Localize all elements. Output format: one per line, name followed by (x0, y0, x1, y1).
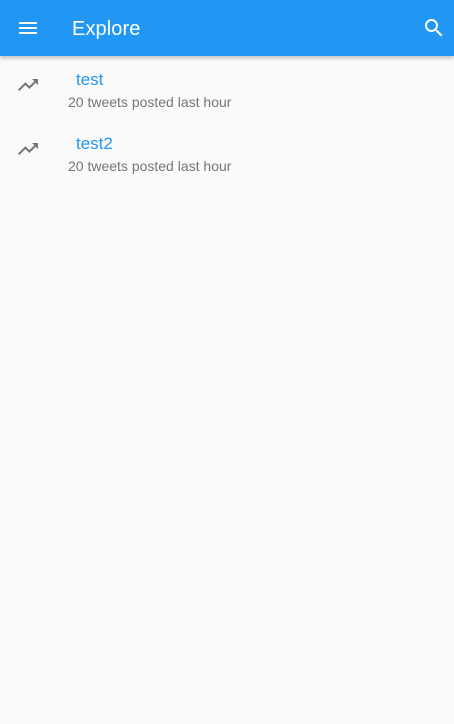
trends-list: test 20 tweets posted last hour test2 20… (0, 56, 454, 184)
app-bar: Explore (0, 0, 454, 56)
menu-button[interactable] (10, 10, 46, 46)
trend-subtitle: 20 tweets posted last hour (68, 94, 232, 110)
trend-item[interactable]: test2 20 tweets posted last hour (0, 120, 454, 184)
search-button[interactable] (416, 10, 452, 46)
search-icon (425, 19, 443, 37)
page-title: Explore (72, 18, 141, 40)
menu-icon (19, 22, 37, 34)
trending-up-icon (18, 79, 38, 91)
trend-subtitle: 20 tweets posted last hour (68, 158, 232, 174)
trend-item[interactable]: test 20 tweets posted last hour (0, 56, 454, 120)
trending-up-icon (18, 143, 38, 155)
trend-label: test2 (76, 134, 113, 153)
trend-label: test (76, 70, 104, 89)
